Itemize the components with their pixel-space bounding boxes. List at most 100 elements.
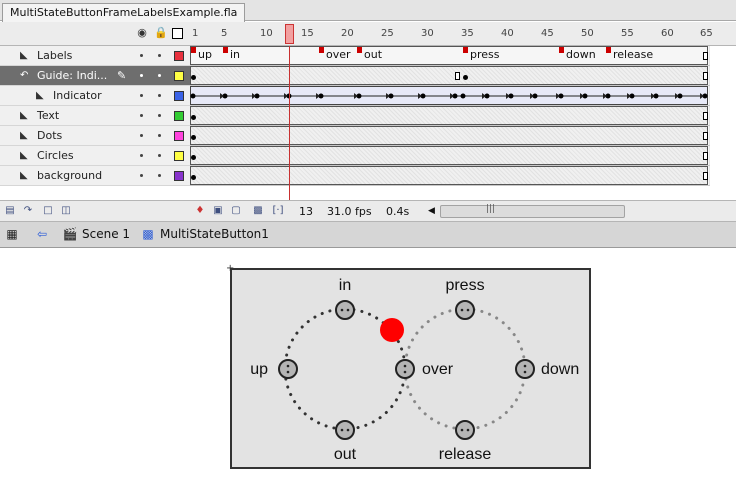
layer-frames-text[interactable] bbox=[190, 106, 710, 126]
layer-color-swatch[interactable] bbox=[174, 151, 184, 161]
layer-frames-background[interactable] bbox=[190, 166, 710, 186]
layer-icon: ◣ bbox=[20, 150, 28, 161]
keyframe[interactable] bbox=[191, 115, 196, 120]
end-keyframe[interactable] bbox=[455, 72, 460, 80]
layer-frames-guide[interactable] bbox=[190, 66, 710, 86]
onion-skin-outlines-icon[interactable]: ▢ bbox=[230, 205, 242, 217]
layer-name-cell[interactable]: ◣ Dots bbox=[0, 126, 190, 146]
breadcrumb-symbol[interactable]: MultiStateButton1 bbox=[160, 227, 269, 241]
lock-icon[interactable]: 🔒 bbox=[154, 27, 168, 39]
end-keyframe[interactable] bbox=[703, 52, 708, 60]
end-keyframe[interactable] bbox=[703, 152, 708, 160]
layer-name-cell[interactable]: ◣ Circles bbox=[0, 146, 190, 166]
layer-row-background[interactable]: ◣ background bbox=[0, 166, 736, 186]
label-flag-icon bbox=[357, 47, 362, 53]
layer-name-cell[interactable]: ◣ Indicator bbox=[0, 86, 190, 106]
center-frame-icon[interactable]: ♦ bbox=[194, 205, 206, 217]
state-label-release: release bbox=[439, 446, 492, 463]
state-label-up: up bbox=[250, 361, 268, 378]
layer-name-cell[interactable]: ◣ background bbox=[0, 166, 190, 186]
document-tab-strip: MultiStateButtonFrameLabelsExample.fla bbox=[0, 0, 736, 22]
current-frame: 13 bbox=[299, 205, 313, 218]
modify-onion-markers-icon[interactable]: [·] bbox=[272, 205, 284, 217]
state-label-press: press bbox=[445, 277, 484, 294]
layer-name-cell[interactable]: ↶ Guide: Indi... ✎ bbox=[0, 66, 190, 86]
keyframe[interactable] bbox=[463, 75, 468, 80]
layer-color-swatch[interactable] bbox=[174, 111, 184, 121]
timeline-toggle-icon[interactable]: ▦ bbox=[4, 226, 20, 242]
visibility-dot[interactable] bbox=[140, 94, 143, 97]
layer-color-swatch[interactable] bbox=[174, 131, 184, 141]
layer-frames-circles[interactable] bbox=[190, 146, 710, 166]
add-motion-guide-icon[interactable]: ↷ bbox=[22, 205, 34, 217]
layer-name: background bbox=[37, 169, 103, 182]
lock-dot[interactable] bbox=[158, 174, 161, 177]
visibility-dot[interactable] bbox=[140, 74, 143, 77]
breadcrumb-scene[interactable]: Scene 1 bbox=[82, 227, 130, 241]
end-keyframe[interactable] bbox=[703, 172, 708, 180]
layer-row-guide[interactable]: ↶ Guide: Indi... ✎ bbox=[0, 66, 736, 86]
outline-icon[interactable] bbox=[172, 28, 183, 39]
back-arrow-icon[interactable]: ⇦ bbox=[34, 226, 50, 242]
layer-row-text[interactable]: ◣ Text bbox=[0, 106, 736, 126]
document-tab[interactable]: MultiStateButtonFrameLabelsExample.fla bbox=[2, 3, 246, 22]
frame-span bbox=[190, 166, 708, 185]
visibility-dot[interactable] bbox=[140, 134, 143, 137]
symbol-icon: ▩ bbox=[142, 227, 154, 241]
layer-name-cell[interactable]: ◣ Text bbox=[0, 106, 190, 126]
frame-rate[interactable]: 31.0 fps bbox=[327, 205, 372, 218]
keyframe[interactable] bbox=[191, 175, 196, 180]
stage-canvas[interactable]: in press up over down out release bbox=[230, 268, 591, 469]
scroll-left-icon[interactable]: ◀ bbox=[428, 206, 435, 216]
indicator-ball bbox=[380, 318, 404, 342]
lock-dot[interactable] bbox=[158, 154, 161, 157]
visibility-dot[interactable] bbox=[140, 54, 143, 57]
frame-span bbox=[190, 146, 708, 165]
scroll-grip-icon: ||| bbox=[486, 204, 496, 214]
layer-color-swatch[interactable] bbox=[174, 71, 184, 81]
layer-row-labels[interactable]: ◣ Labels up in over out press down relea… bbox=[0, 46, 736, 66]
layer-frames-indicator[interactable] bbox=[190, 86, 710, 106]
ruler-number: 50 bbox=[581, 28, 594, 39]
layer-row-indicator[interactable]: ◣ Indicator bbox=[0, 86, 736, 106]
visibility-dot[interactable] bbox=[140, 154, 143, 157]
layer-name-cell[interactable]: ◣ Labels bbox=[0, 46, 190, 66]
new-folder-icon[interactable]: □ bbox=[42, 205, 54, 217]
lock-dot[interactable] bbox=[158, 54, 161, 57]
end-keyframe[interactable] bbox=[703, 72, 708, 80]
layer-color-swatch[interactable] bbox=[174, 171, 184, 181]
visibility-dot[interactable] bbox=[140, 114, 143, 117]
layer-row-circles[interactable]: ◣ Circles bbox=[0, 146, 736, 166]
timeline-footer: ▤ ↷ □ ◫ ♦ ▣ ▢ ▩ [·] 13 31.0 fps 0.4s ◀ |… bbox=[0, 200, 736, 222]
frame-ruler[interactable]: 1 5 10 15 20 25 30 35 40 45 50 55 60 65 bbox=[190, 22, 713, 46]
state-label-in: in bbox=[339, 277, 351, 294]
playhead-handle[interactable] bbox=[285, 24, 294, 44]
keyframe[interactable] bbox=[191, 155, 196, 160]
layer-color-swatch[interactable] bbox=[174, 51, 184, 61]
visibility-dot[interactable] bbox=[140, 174, 143, 177]
lock-dot[interactable] bbox=[158, 114, 161, 117]
new-layer-icon[interactable]: ▤ bbox=[4, 205, 16, 217]
edit-multiple-frames-icon[interactable]: ▩ bbox=[252, 205, 264, 217]
delete-layer-icon[interactable]: ◫ bbox=[60, 205, 72, 217]
layer-frames-labels[interactable]: up in over out press down release bbox=[190, 46, 710, 66]
eye-icon[interactable]: ◉ bbox=[136, 27, 148, 39]
lock-dot[interactable] bbox=[158, 94, 161, 97]
layer-frames-dots[interactable] bbox=[190, 126, 710, 146]
timeline-scrollbar[interactable]: ||| bbox=[440, 204, 625, 218]
keyframe[interactable] bbox=[191, 135, 196, 140]
end-keyframe[interactable] bbox=[703, 132, 708, 140]
layer-color-swatch[interactable] bbox=[174, 91, 184, 101]
keyframe[interactable] bbox=[191, 75, 196, 80]
layer-row-dots[interactable]: ◣ Dots bbox=[0, 126, 736, 146]
ruler-number: 35 bbox=[461, 28, 474, 39]
end-keyframe[interactable] bbox=[703, 112, 708, 120]
lock-dot[interactable] bbox=[158, 74, 161, 77]
label-flag-icon bbox=[463, 47, 468, 53]
guide-layer-icon: ↶ bbox=[20, 70, 29, 81]
onion-skin-icon[interactable]: ▣ bbox=[212, 205, 224, 217]
layer-name: Guide: Indi... bbox=[37, 69, 108, 82]
lock-dot[interactable] bbox=[158, 134, 161, 137]
ruler-number: 30 bbox=[421, 28, 434, 39]
frame-span bbox=[190, 66, 708, 85]
